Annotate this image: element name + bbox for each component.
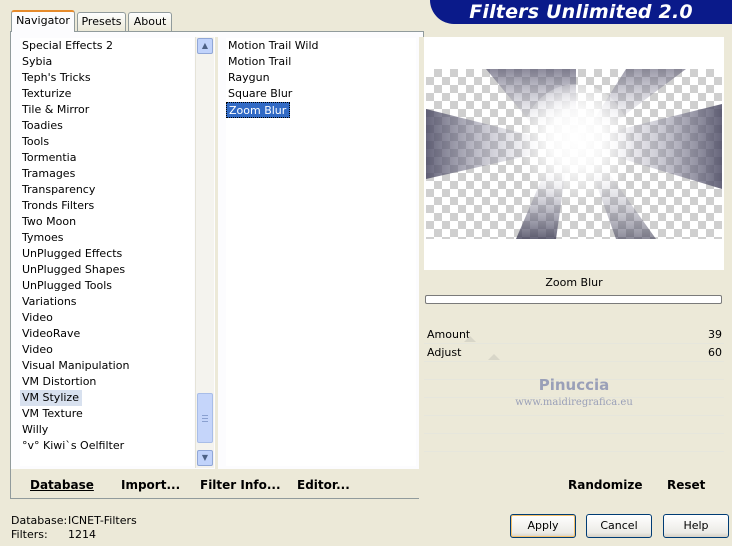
category-item[interactable]: VM Texture: [20, 406, 194, 422]
category-item[interactable]: UnPlugged Effects: [20, 246, 194, 262]
filter-item[interactable]: Motion Trail Wild: [226, 38, 416, 54]
category-item[interactable]: Video: [20, 342, 194, 358]
scroll-thumb[interactable]: [197, 393, 213, 443]
reset-button[interactable]: Reset: [667, 478, 705, 492]
category-item[interactable]: Visual Manipulation: [20, 358, 194, 374]
param-row-empty: [424, 434, 724, 452]
category-item[interactable]: Special Effects 2: [20, 38, 194, 54]
filter-list[interactable]: Motion Trail Wild Motion Trail Raygun Squar…: [226, 38, 416, 466]
category-item[interactable]: Tymoes: [20, 230, 194, 246]
amount-value: 39: [708, 328, 722, 341]
category-item[interactable]: Teph's Tricks: [20, 70, 194, 86]
filter-item[interactable]: Square Blur: [226, 86, 416, 102]
list-divider: [215, 37, 218, 469]
filter-item[interactable]: Motion Trail: [226, 54, 416, 70]
amount-slider-marker[interactable]: [464, 336, 476, 342]
category-scrollbar[interactable]: ▲ ▼: [195, 37, 214, 468]
tab-presets[interactable]: Presets: [77, 12, 126, 31]
filter-item[interactable]: Raygun: [226, 70, 416, 86]
watermark-name: Pinuccia: [538, 376, 610, 394]
cancel-button[interactable]: Cancel: [586, 514, 652, 538]
param-row-amount[interactable]: Amount 39: [424, 326, 724, 344]
category-item[interactable]: Transparency: [20, 182, 194, 198]
param-row-empty: [424, 452, 724, 470]
category-item[interactable]: VideoRave: [20, 326, 194, 342]
filters-count-label: Filters:: [11, 528, 48, 541]
category-item[interactable]: Tile & Mirror: [20, 102, 194, 118]
adjust-value: 60: [708, 346, 722, 359]
filter-info-button[interactable]: Filter Info...: [200, 478, 281, 492]
category-item[interactable]: Variations: [20, 294, 194, 310]
watermark-url: www.maidiregrafica.eu: [515, 397, 633, 408]
param-row-adjust[interactable]: Adjust 60: [424, 344, 724, 362]
category-item[interactable]: Video: [20, 310, 194, 326]
scroll-down-button[interactable]: ▼: [197, 450, 213, 466]
scroll-up-button[interactable]: ▲: [197, 38, 213, 54]
category-item[interactable]: Tramages: [20, 166, 194, 182]
category-item[interactable]: Two Moon: [20, 214, 194, 230]
randomize-button[interactable]: Randomize: [568, 478, 642, 492]
category-item[interactable]: Sybia: [20, 54, 194, 70]
category-item[interactable]: Texturize: [20, 86, 194, 102]
database-status-label: Database:: [11, 514, 68, 527]
adjust-label: Adjust: [427, 346, 462, 359]
category-item[interactable]: °v° Kiwi`s Oelfilter: [20, 438, 194, 454]
category-item[interactable]: UnPlugged Shapes: [20, 262, 194, 278]
filter-name-label: Zoom Blur: [545, 276, 603, 289]
category-item[interactable]: Toadies: [20, 118, 194, 134]
import-button[interactable]: Import...: [121, 478, 180, 492]
category-item[interactable]: Tormentia: [20, 150, 194, 166]
app-title-banner: Filters Unlimited 2.0: [430, 0, 732, 24]
apply-button[interactable]: Apply: [510, 514, 576, 538]
database-status-value: ICNET-Filters: [68, 514, 137, 527]
category-item[interactable]: Willy: [20, 422, 194, 438]
category-item[interactable]: VM Distortion: [20, 374, 194, 390]
param-row-empty: [424, 416, 724, 434]
editor-button[interactable]: Editor...: [297, 478, 350, 492]
filter-item[interactable]: Zoom Blur: [226, 102, 291, 118]
category-item[interactable]: Tools: [20, 134, 194, 150]
category-list[interactable]: Special Effects 2 Sybia Teph's Tricks Textu…: [20, 38, 194, 466]
tab-about[interactable]: About: [128, 12, 172, 31]
category-item[interactable]: UnPlugged Tools: [20, 278, 194, 294]
filters-count-value: 1214: [68, 528, 96, 541]
tab-navigator[interactable]: Navigator: [11, 10, 75, 32]
filter-preview-image: [426, 69, 722, 239]
category-item[interactable]: Tronds Filters: [20, 198, 194, 214]
progress-bar: [425, 295, 722, 304]
help-button[interactable]: Help: [663, 514, 729, 538]
database-button[interactable]: Database: [30, 478, 94, 492]
adjust-slider-marker[interactable]: [488, 354, 500, 360]
category-item[interactable]: VM Stylize: [20, 390, 82, 406]
